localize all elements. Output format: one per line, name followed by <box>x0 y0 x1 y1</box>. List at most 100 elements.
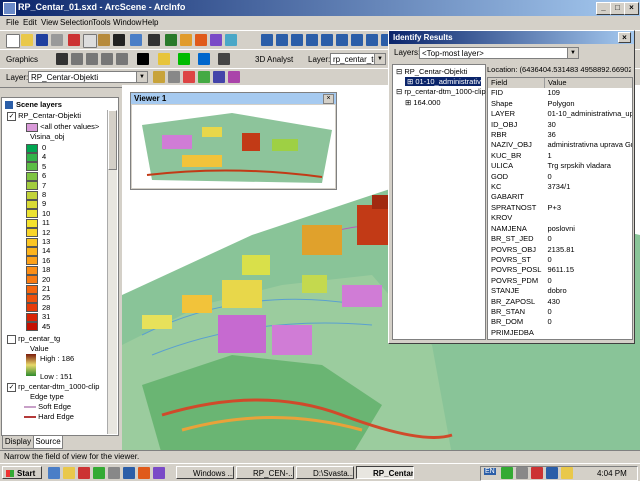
viewer-1-canvas[interactable] <box>132 105 335 188</box>
task-svasta[interactable]: D:\Svasta... <box>296 466 354 479</box>
zoom-out-icon[interactable] <box>306 34 318 46</box>
language-indicator[interactable]: EN <box>484 468 496 475</box>
toc-scrollbar[interactable] <box>107 110 117 434</box>
start-button[interactable]: Start <box>2 466 42 479</box>
table-row[interactable]: LAYER 01-10_administrativna_uprava <box>488 109 632 119</box>
scene-properties-icon[interactable] <box>180 34 192 46</box>
quick-launch-icon[interactable] <box>138 467 150 479</box>
map-tips-icon[interactable] <box>210 34 222 46</box>
table-row[interactable]: BR_ST_JED 0 <box>488 234 632 244</box>
open-folder-icon[interactable] <box>21 34 33 46</box>
table-row[interactable]: GABARIT <box>488 192 632 202</box>
marker-color-icon[interactable] <box>198 53 210 65</box>
zoom-in-icon[interactable] <box>291 34 303 46</box>
layer-rp-centar-objekti[interactable]: ✓ RP_Centar-Objekti <box>7 111 81 121</box>
table-row[interactable]: RBR 36 <box>488 130 632 140</box>
tab-display[interactable]: Display <box>2 435 34 449</box>
menu-window[interactable]: Window <box>113 18 141 27</box>
maximize-button[interactable]: □ <box>610 2 625 15</box>
table-row[interactable]: ID_OBJ 30 <box>488 120 632 130</box>
close-icon[interactable]: × <box>323 94 334 104</box>
pan-icon[interactable] <box>321 34 333 46</box>
table-row[interactable]: KROV <box>488 213 632 223</box>
navigate-icon[interactable] <box>261 34 273 46</box>
menu-edit[interactable]: Edit <box>23 18 37 27</box>
tray-icon[interactable] <box>531 467 543 479</box>
delete-icon[interactable] <box>113 34 125 46</box>
identify-layers-select[interactable]: <Top-most layer> ▼ <box>419 47 579 59</box>
table-row[interactable]: SPRATNOST P+3 <box>488 203 632 213</box>
table-row[interactable]: PRIMJEDBA <box>488 328 632 338</box>
quick-launch-icon[interactable] <box>78 467 90 479</box>
help-icon[interactable] <box>225 34 237 46</box>
column-header-value[interactable]: Value <box>544 78 632 88</box>
quick-launch-icon[interactable] <box>63 467 75 479</box>
tree-feature-selected[interactable]: ⊞ 01-10_administrativna <box>405 77 481 86</box>
chevron-down-icon[interactable]: ▼ <box>374 54 385 64</box>
graphics-menu[interactable]: Graphics <box>6 55 38 64</box>
line-color-icon[interactable] <box>178 53 190 65</box>
checkbox-checked-icon[interactable]: ✓ <box>7 111 16 121</box>
close-button[interactable]: × <box>624 2 639 15</box>
tree-layer-objekti[interactable]: ⊟ RP_Centar-Objekti <box>396 67 467 76</box>
table-row[interactable]: FID 109 <box>488 88 632 98</box>
table-row[interactable]: POVRS_OBJ 2135.81 <box>488 245 632 255</box>
table-row[interactable]: NAMJENA poslovni <box>488 224 632 234</box>
table-row[interactable]: POVRS_ST 0 <box>488 255 632 265</box>
select-elements-icon[interactable] <box>148 34 160 46</box>
chevron-down-icon[interactable]: ▼ <box>567 48 578 58</box>
table-row[interactable]: BGP9611.15 <box>488 338 632 339</box>
table-row[interactable]: Shape Polygon <box>488 99 632 109</box>
effects-layer-select[interactable]: RP_Centar-Objekti ▼ <box>28 71 148 83</box>
copy-icon[interactable] <box>83 34 97 48</box>
table-row[interactable]: ULICA Trg srpskih vladara <box>488 161 632 171</box>
transparency-icon[interactable] <box>153 71 165 83</box>
line-icon[interactable] <box>86 53 98 65</box>
zoom-to-target-icon[interactable] <box>351 34 363 46</box>
column-header-field[interactable]: Field <box>488 78 545 89</box>
font-color-icon[interactable] <box>218 53 230 65</box>
tray-icon[interactable] <box>561 467 573 479</box>
cut-icon[interactable] <box>68 34 80 46</box>
table-row[interactable]: STANJE dobro <box>488 286 632 296</box>
tray-icon[interactable] <box>546 467 558 479</box>
new-document-icon[interactable] <box>6 34 20 48</box>
polygon-icon[interactable] <box>116 53 128 65</box>
select-arrow-icon[interactable] <box>56 53 68 65</box>
animation-icon[interactable] <box>195 34 207 46</box>
menu-tools[interactable]: Tools <box>92 18 111 27</box>
table-row[interactable]: POVRS_POSL 9611.15 <box>488 265 632 275</box>
center-on-target-icon[interactable] <box>366 34 378 46</box>
quick-launch-icon[interactable] <box>153 467 165 479</box>
table-row[interactable]: BR_STAN 0 <box>488 307 632 317</box>
rectangle-icon[interactable] <box>101 53 113 65</box>
3d-analyst-layer-select[interactable]: rp_centar_tg ▼ <box>330 53 386 65</box>
table-row[interactable]: BR_ZAPOSL 430 <box>488 297 632 307</box>
minimize-button[interactable]: _ <box>596 2 611 15</box>
quick-launch-icon[interactable] <box>93 467 105 479</box>
point-icon[interactable] <box>71 53 83 65</box>
close-icon[interactable]: × <box>618 32 631 43</box>
depth-priority-icon[interactable] <box>198 71 210 83</box>
full-extent-icon[interactable] <box>336 34 348 46</box>
toc-scrollbar-thumb[interactable] <box>108 110 117 170</box>
table-row[interactable]: POVRS_PDM 0 <box>488 276 632 286</box>
tree-layer-dtm[interactable]: ⊟ rp_centar-dtm_1000-clip <box>396 87 486 96</box>
layer-rp-centar-tg[interactable]: rp_centar_tg <box>7 334 60 344</box>
quick-launch-icon[interactable] <box>48 467 60 479</box>
menu-file[interactable]: File <box>6 18 19 27</box>
add-data-icon[interactable] <box>130 34 142 46</box>
quick-launch-icon[interactable] <box>123 467 135 479</box>
tab-source[interactable]: Source <box>33 435 63 449</box>
table-row[interactable]: GOD 0 <box>488 172 632 182</box>
lighting-icon[interactable] <box>168 71 180 83</box>
task-rp-centar-active[interactable]: RP_Centar... <box>356 466 414 479</box>
paste-icon[interactable] <box>98 34 110 46</box>
swipe-icon[interactable] <box>228 71 240 83</box>
fill-color-icon[interactable] <box>158 53 170 65</box>
layer-order-icon[interactable] <box>213 71 225 83</box>
identify-results-window[interactable]: Identify Results × Layers: <Top-most lay… <box>388 30 635 344</box>
layer-rp-centar-dtm[interactable]: ✓ rp_centar-dtm_1000-clip <box>7 382 99 392</box>
menu-help[interactable]: Help <box>142 18 158 27</box>
checkbox-checked-icon[interactable]: ✓ <box>7 382 16 392</box>
